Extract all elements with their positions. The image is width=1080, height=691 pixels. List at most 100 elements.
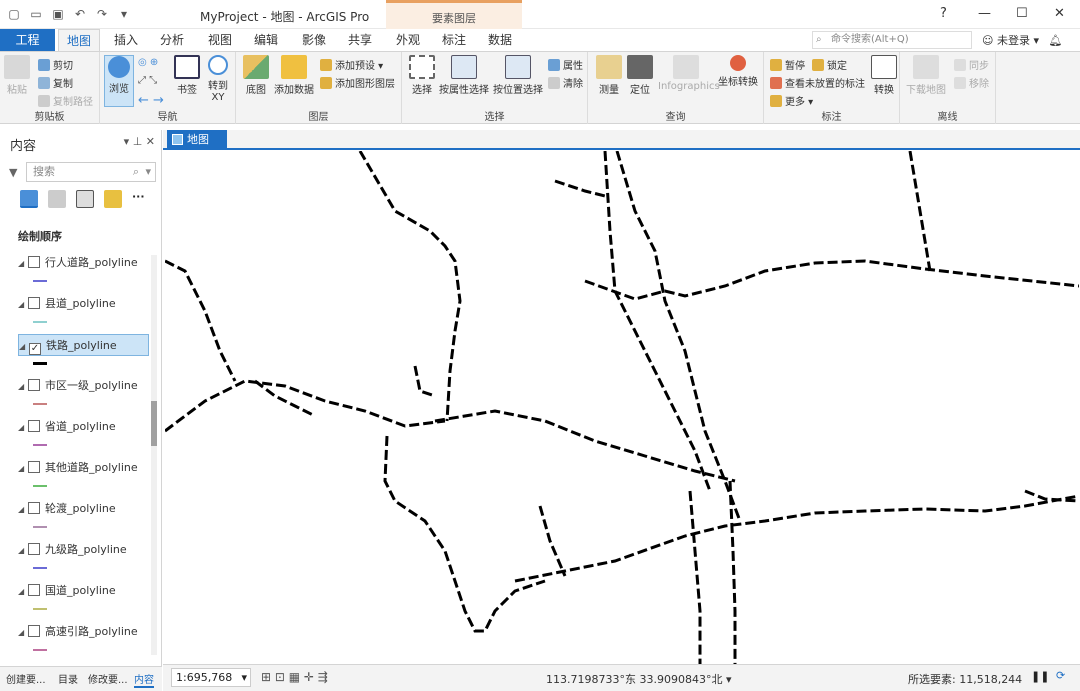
- scrollbar-thumb[interactable]: [151, 401, 157, 446]
- customize-qat-icon[interactable]: ▾: [116, 6, 132, 22]
- account-button[interactable]: ☺ 未登录 ▾ 🔔︎: [982, 32, 1062, 48]
- view-unplaced-button[interactable]: 查看未放置的标注: [770, 75, 865, 90]
- tab-share[interactable]: 共享: [340, 29, 380, 51]
- filter-icon[interactable]: ▼: [9, 166, 17, 179]
- layer-visibility-checkbox[interactable]: [28, 625, 40, 637]
- goto-xy-button[interactable]: 转到 XY: [204, 55, 232, 103]
- tab-view[interactable]: 视图: [200, 29, 240, 51]
- basemap-button[interactable]: 底图: [242, 55, 270, 96]
- tab-catalog[interactable]: 目录: [58, 671, 78, 686]
- pause-drawing-icon[interactable]: ❚❚: [1031, 670, 1049, 683]
- layer-item[interactable]: ◢ 县道_polyline: [18, 293, 116, 315]
- chevron-down-icon[interactable]: ▾: [145, 163, 151, 181]
- layer-visibility-checkbox[interactable]: [28, 461, 40, 473]
- expand-icon[interactable]: ◢: [18, 581, 28, 603]
- pane-controls[interactable]: ▾ ⊥ ✕: [124, 135, 155, 148]
- add-data-button[interactable]: 添加数据: [274, 55, 314, 96]
- measure-button[interactable]: 测量: [594, 55, 624, 96]
- layer-visibility-checkbox[interactable]: [28, 256, 40, 268]
- help-icon[interactable]: ?: [940, 6, 947, 21]
- open-project-icon[interactable]: ▭: [28, 6, 44, 22]
- extent-tools[interactable]: ⤢ ⤡: [138, 75, 157, 86]
- sync-button[interactable]: 同步: [954, 57, 989, 72]
- expand-icon[interactable]: ◢: [19, 336, 29, 358]
- attributes-button[interactable]: 属性: [548, 57, 583, 72]
- infographics-button[interactable]: Infographics: [658, 55, 720, 92]
- layer-item[interactable]: ◢ 轮渡_polyline: [18, 498, 116, 520]
- layer-item[interactable]: ◢ 国道_polyline: [18, 580, 116, 602]
- select-by-location-button[interactable]: 按位置选择: [492, 55, 544, 96]
- convert-button[interactable]: 转换: [870, 55, 898, 96]
- clear-selection-button[interactable]: 清除: [548, 75, 583, 90]
- layer-item[interactable]: ◢ 其他道路_polyline: [18, 457, 138, 479]
- expand-icon[interactable]: ◢: [18, 294, 28, 316]
- redo-icon[interactable]: ↷: [94, 6, 110, 22]
- add-preset-button[interactable]: 添加预设 ▾: [320, 57, 383, 72]
- copy-path-button[interactable]: 复制路径: [38, 93, 93, 108]
- notification-icon[interactable]: 🔔︎: [1048, 34, 1062, 47]
- coordinate-conversion-button[interactable]: 坐标转换: [716, 55, 760, 88]
- layer-visibility-checkbox[interactable]: [28, 543, 40, 555]
- tab-labeling[interactable]: 标注: [434, 29, 474, 51]
- pause-labels-button[interactable]: 暂停: [770, 57, 805, 72]
- expand-icon[interactable]: ◢: [18, 376, 28, 398]
- add-graphics-layer-button[interactable]: 添加图形图层: [320, 75, 395, 90]
- cut-button[interactable]: 剪切: [38, 57, 73, 72]
- refresh-icon[interactable]: ⟳: [1056, 669, 1065, 682]
- locate-button[interactable]: 定位: [626, 55, 654, 96]
- select-by-attributes-button[interactable]: 按属性选择: [438, 55, 490, 96]
- explore-button[interactable]: 浏览: [104, 55, 134, 107]
- tab-create-features[interactable]: 创建要...: [6, 671, 46, 686]
- layer-visibility-checkbox[interactable]: [28, 297, 40, 309]
- scale-selector[interactable]: 1:695,768 ▾: [171, 668, 251, 687]
- new-project-icon[interactable]: ▢: [6, 6, 22, 22]
- map-view-tab[interactable]: 地图 ✕: [167, 130, 227, 166]
- bookmarks-button[interactable]: 书签: [174, 55, 200, 96]
- tab-edit[interactable]: 编辑: [246, 29, 286, 51]
- undo-icon[interactable]: ↶: [72, 6, 88, 22]
- tab-data[interactable]: 数据: [480, 29, 520, 51]
- maximize-button[interactable]: ☐: [1016, 6, 1028, 21]
- tab-insert[interactable]: 插入: [106, 29, 146, 51]
- download-map-button[interactable]: 下载地图: [906, 55, 946, 96]
- layer-visibility-checkbox[interactable]: ✓: [29, 343, 41, 355]
- copy-button[interactable]: 复制: [38, 75, 73, 90]
- lock-labels-button[interactable]: 锁定: [812, 57, 847, 72]
- source-icon[interactable]: [48, 190, 66, 208]
- layer-visibility-checkbox[interactable]: [28, 420, 40, 432]
- tab-contents[interactable]: 内容: [134, 671, 154, 688]
- select-button[interactable]: 选择: [408, 55, 436, 96]
- contents-search-input[interactable]: 搜索 ⌕ ▾: [26, 162, 156, 182]
- expand-icon[interactable]: ◢: [18, 253, 28, 275]
- paste-button[interactable]: 粘贴: [4, 55, 30, 96]
- expand-icon[interactable]: ◢: [18, 540, 28, 562]
- layer-item[interactable]: ◢ 九级路_polyline: [18, 539, 127, 561]
- map-canvas[interactable]: [165, 151, 1079, 664]
- close-button[interactable]: ✕: [1054, 6, 1065, 21]
- expand-icon[interactable]: ◢: [18, 622, 28, 644]
- tab-appearance[interactable]: 外观: [388, 29, 428, 51]
- selected-features-count[interactable]: 所选要素: 11,518,244: [908, 671, 1022, 687]
- minimize-button[interactable]: —: [978, 6, 991, 21]
- pin-icon[interactable]: ⊥: [133, 135, 143, 148]
- command-search-input[interactable]: ⌕ 命令搜索(Alt+Q): [812, 31, 972, 49]
- remove-button[interactable]: 移除: [954, 75, 989, 90]
- more-button[interactable]: 更多 ▾: [770, 93, 813, 108]
- contents-scrollbar[interactable]: [151, 255, 157, 655]
- expand-icon[interactable]: ◢: [18, 417, 28, 439]
- tab-modify-features[interactable]: 修改要...: [88, 671, 128, 686]
- close-pane-icon[interactable]: ✕: [146, 135, 155, 148]
- map-tools-icons[interactable]: ⊞ ⊡ ▦ ✛ ⇶: [261, 670, 328, 684]
- editing-icon[interactable]: [104, 190, 122, 208]
- expand-icon[interactable]: ◢: [18, 499, 28, 521]
- drawing-order-icon[interactable]: [20, 190, 38, 208]
- layer-visibility-checkbox[interactable]: [28, 584, 40, 596]
- tab-map[interactable]: 地图: [58, 29, 100, 51]
- layer-item[interactable]: ◢ ✓ 铁路_polyline: [18, 334, 149, 356]
- selection-icon[interactable]: [76, 190, 94, 208]
- tab-imagery[interactable]: 影像: [294, 29, 334, 51]
- layer-item[interactable]: ◢ 高速引路_polyline: [18, 621, 138, 643]
- layer-item[interactable]: ◢ 省道_polyline: [18, 416, 116, 438]
- previous-next-extent[interactable]: ← →: [138, 93, 164, 108]
- more-options-icon[interactable]: ···: [132, 190, 150, 208]
